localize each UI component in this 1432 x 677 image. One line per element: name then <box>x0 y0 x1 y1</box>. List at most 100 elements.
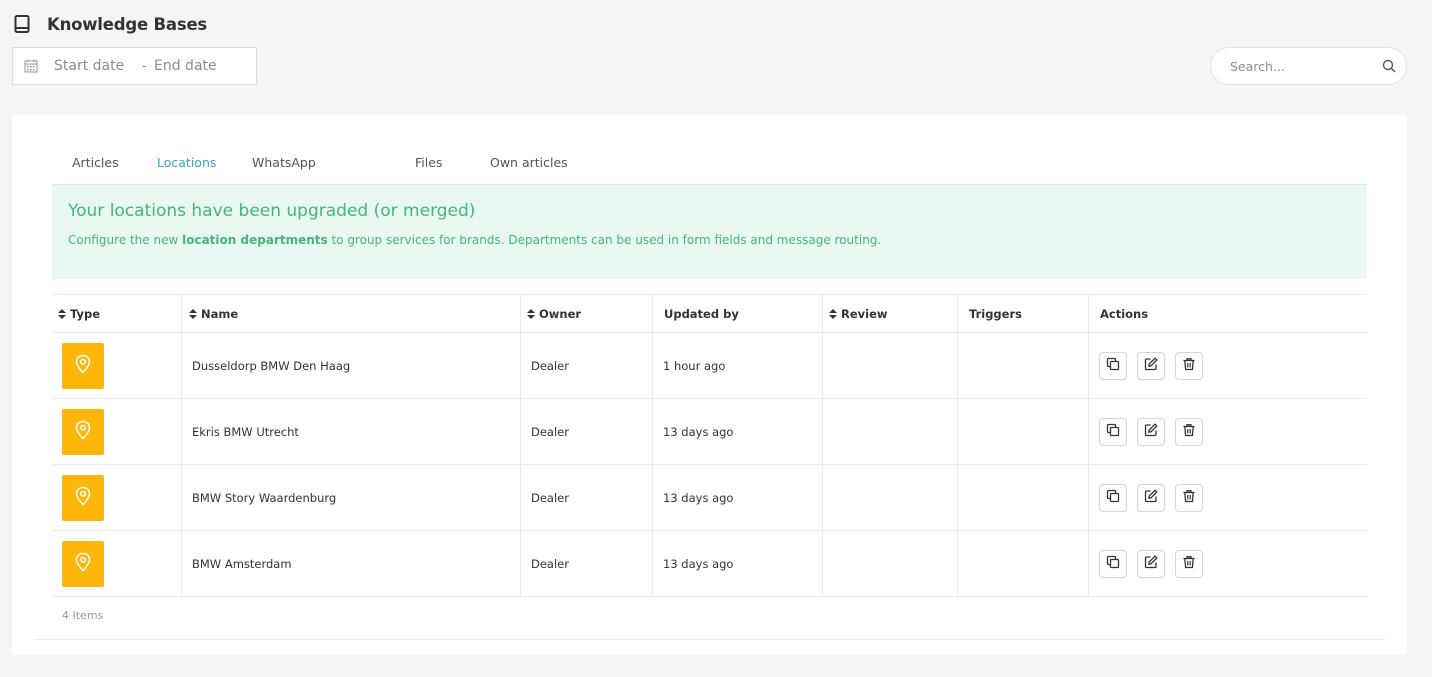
tab-whatsapp-templates[interactable]: WhatsApp Templates <box>232 145 395 206</box>
edit-icon <box>1144 357 1158 374</box>
tab-own-articles[interactable]: Own articles <box>470 145 590 185</box>
sort-icon <box>527 308 535 319</box>
duplicate-button[interactable] <box>1099 417 1127 446</box>
tab-articles[interactable]: Articles <box>52 145 137 185</box>
copy-icon <box>1106 423 1120 440</box>
cell-owner: Dealer <box>521 465 653 530</box>
cell-review <box>823 399 958 464</box>
column-review[interactable]: Review <box>823 295 958 332</box>
column-label: Review <box>841 306 888 321</box>
item-count: 4 Items <box>62 609 104 622</box>
book-icon <box>14 15 32 33</box>
table-row[interactable]: BMW Story Waardenburg Dealer 13 days ago <box>52 465 1367 531</box>
edit-icon <box>1144 555 1158 572</box>
duplicate-button[interactable] <box>1099 483 1127 512</box>
alert-desc-suffix: to group services for brands. Department… <box>327 233 882 247</box>
row-actions <box>1099 549 1203 578</box>
end-date-input[interactable]: End date <box>154 48 246 85</box>
map-pin-icon <box>74 486 92 509</box>
cell-name: Ekris BMW Utrecht <box>182 399 521 464</box>
page-header: Knowledge Bases <box>14 12 207 36</box>
tab-locations[interactable]: Locations <box>137 145 232 185</box>
cell-review <box>823 333 958 398</box>
delete-button[interactable] <box>1175 483 1203 512</box>
trash-icon <box>1182 489 1196 506</box>
edit-button[interactable] <box>1137 417 1165 446</box>
page-title: Knowledge Bases <box>47 14 208 34</box>
delete-button[interactable] <box>1175 417 1203 446</box>
duplicate-button[interactable] <box>1099 549 1127 578</box>
cell-updated-by: 13 days ago <box>653 399 823 464</box>
updated-value: 1 hour ago <box>663 358 726 373</box>
duplicate-button[interactable] <box>1099 351 1127 380</box>
alert-desc-prefix: Configure the new <box>68 233 183 247</box>
map-pin-icon <box>74 552 92 575</box>
search-icon[interactable] <box>1382 59 1396 73</box>
cell-review <box>823 531 958 596</box>
location-type-badge <box>62 408 104 455</box>
location-type-badge <box>62 474 104 521</box>
sort-icon <box>58 308 66 319</box>
owner-value: Dealer <box>531 358 569 373</box>
copy-icon <box>1106 489 1120 506</box>
footer-divider <box>34 639 1385 640</box>
edit-button[interactable] <box>1137 549 1165 578</box>
date-range-picker[interactable]: Start date - End date <box>12 47 257 85</box>
cell-type <box>52 399 182 464</box>
column-type[interactable]: Type <box>52 295 182 332</box>
cell-name: BMW Story Waardenburg <box>182 465 521 530</box>
row-actions <box>1099 483 1203 512</box>
cell-type <box>52 465 182 530</box>
table-row[interactable]: Ekris BMW Utrecht Dealer 13 days ago <box>52 399 1367 465</box>
updated-value: 13 days ago <box>663 490 734 505</box>
alert-title: Your locations have been upgraded (or me… <box>68 201 476 221</box>
cell-type <box>52 333 182 398</box>
cell-owner: Dealer <box>521 399 653 464</box>
cell-owner: Dealer <box>521 333 653 398</box>
search-placeholder: Search... <box>1230 58 1285 74</box>
copy-icon <box>1106 357 1120 374</box>
column-label: Name <box>201 306 239 321</box>
edit-button[interactable] <box>1137 351 1165 380</box>
table-row[interactable]: BMW Amsterdam Dealer 13 days ago <box>52 531 1367 597</box>
cell-updated-by: 13 days ago <box>653 531 823 596</box>
trash-icon <box>1182 555 1196 572</box>
updated-value: 13 days ago <box>663 556 734 571</box>
delete-button[interactable] <box>1175 351 1203 380</box>
column-actions: Actions <box>1089 295 1367 332</box>
location-name: BMW Story Waardenburg <box>192 490 337 505</box>
table-row[interactable]: Dusseldorp BMW Den Haag Dealer 1 hour ag… <box>52 333 1367 399</box>
edit-icon <box>1144 489 1158 506</box>
upgrade-alert: Your locations have been upgraded (or me… <box>52 184 1367 279</box>
location-departments-link[interactable]: location departments <box>182 233 328 247</box>
column-name[interactable]: Name <box>182 295 521 332</box>
location-type-badge <box>62 342 104 389</box>
cell-actions <box>1089 399 1367 464</box>
column-owner[interactable]: Owner <box>521 295 653 332</box>
tab-files[interactable]: Files <box>395 145 470 185</box>
cell-actions <box>1089 465 1367 530</box>
cell-triggers <box>958 399 1089 464</box>
owner-value: Dealer <box>531 556 569 571</box>
cell-actions <box>1089 531 1367 596</box>
trash-icon <box>1182 423 1196 440</box>
cell-review <box>823 465 958 530</box>
table-body: Dusseldorp BMW Den Haag Dealer 1 hour ag… <box>52 333 1367 597</box>
column-label: Type <box>70 306 101 321</box>
delete-button[interactable] <box>1175 549 1203 578</box>
search-input[interactable]: Search... <box>1210 47 1407 85</box>
edit-icon <box>1144 423 1158 440</box>
column-label: Updated by <box>664 306 739 321</box>
column-updated-by: Updated by <box>653 295 823 332</box>
start-date-input[interactable]: Start date <box>54 48 142 85</box>
sort-icon <box>829 308 837 319</box>
locations-table: Type Name Owner Updated by Review Trigge… <box>52 294 1367 597</box>
column-label: Owner <box>539 306 582 321</box>
cell-name: BMW Amsterdam <box>182 531 521 596</box>
cell-updated-by: 13 days ago <box>653 465 823 530</box>
cell-actions <box>1089 333 1367 398</box>
edit-button[interactable] <box>1137 483 1165 512</box>
row-actions <box>1099 417 1203 446</box>
location-type-badge <box>62 540 104 587</box>
location-name: Ekris BMW Utrecht <box>192 424 299 439</box>
